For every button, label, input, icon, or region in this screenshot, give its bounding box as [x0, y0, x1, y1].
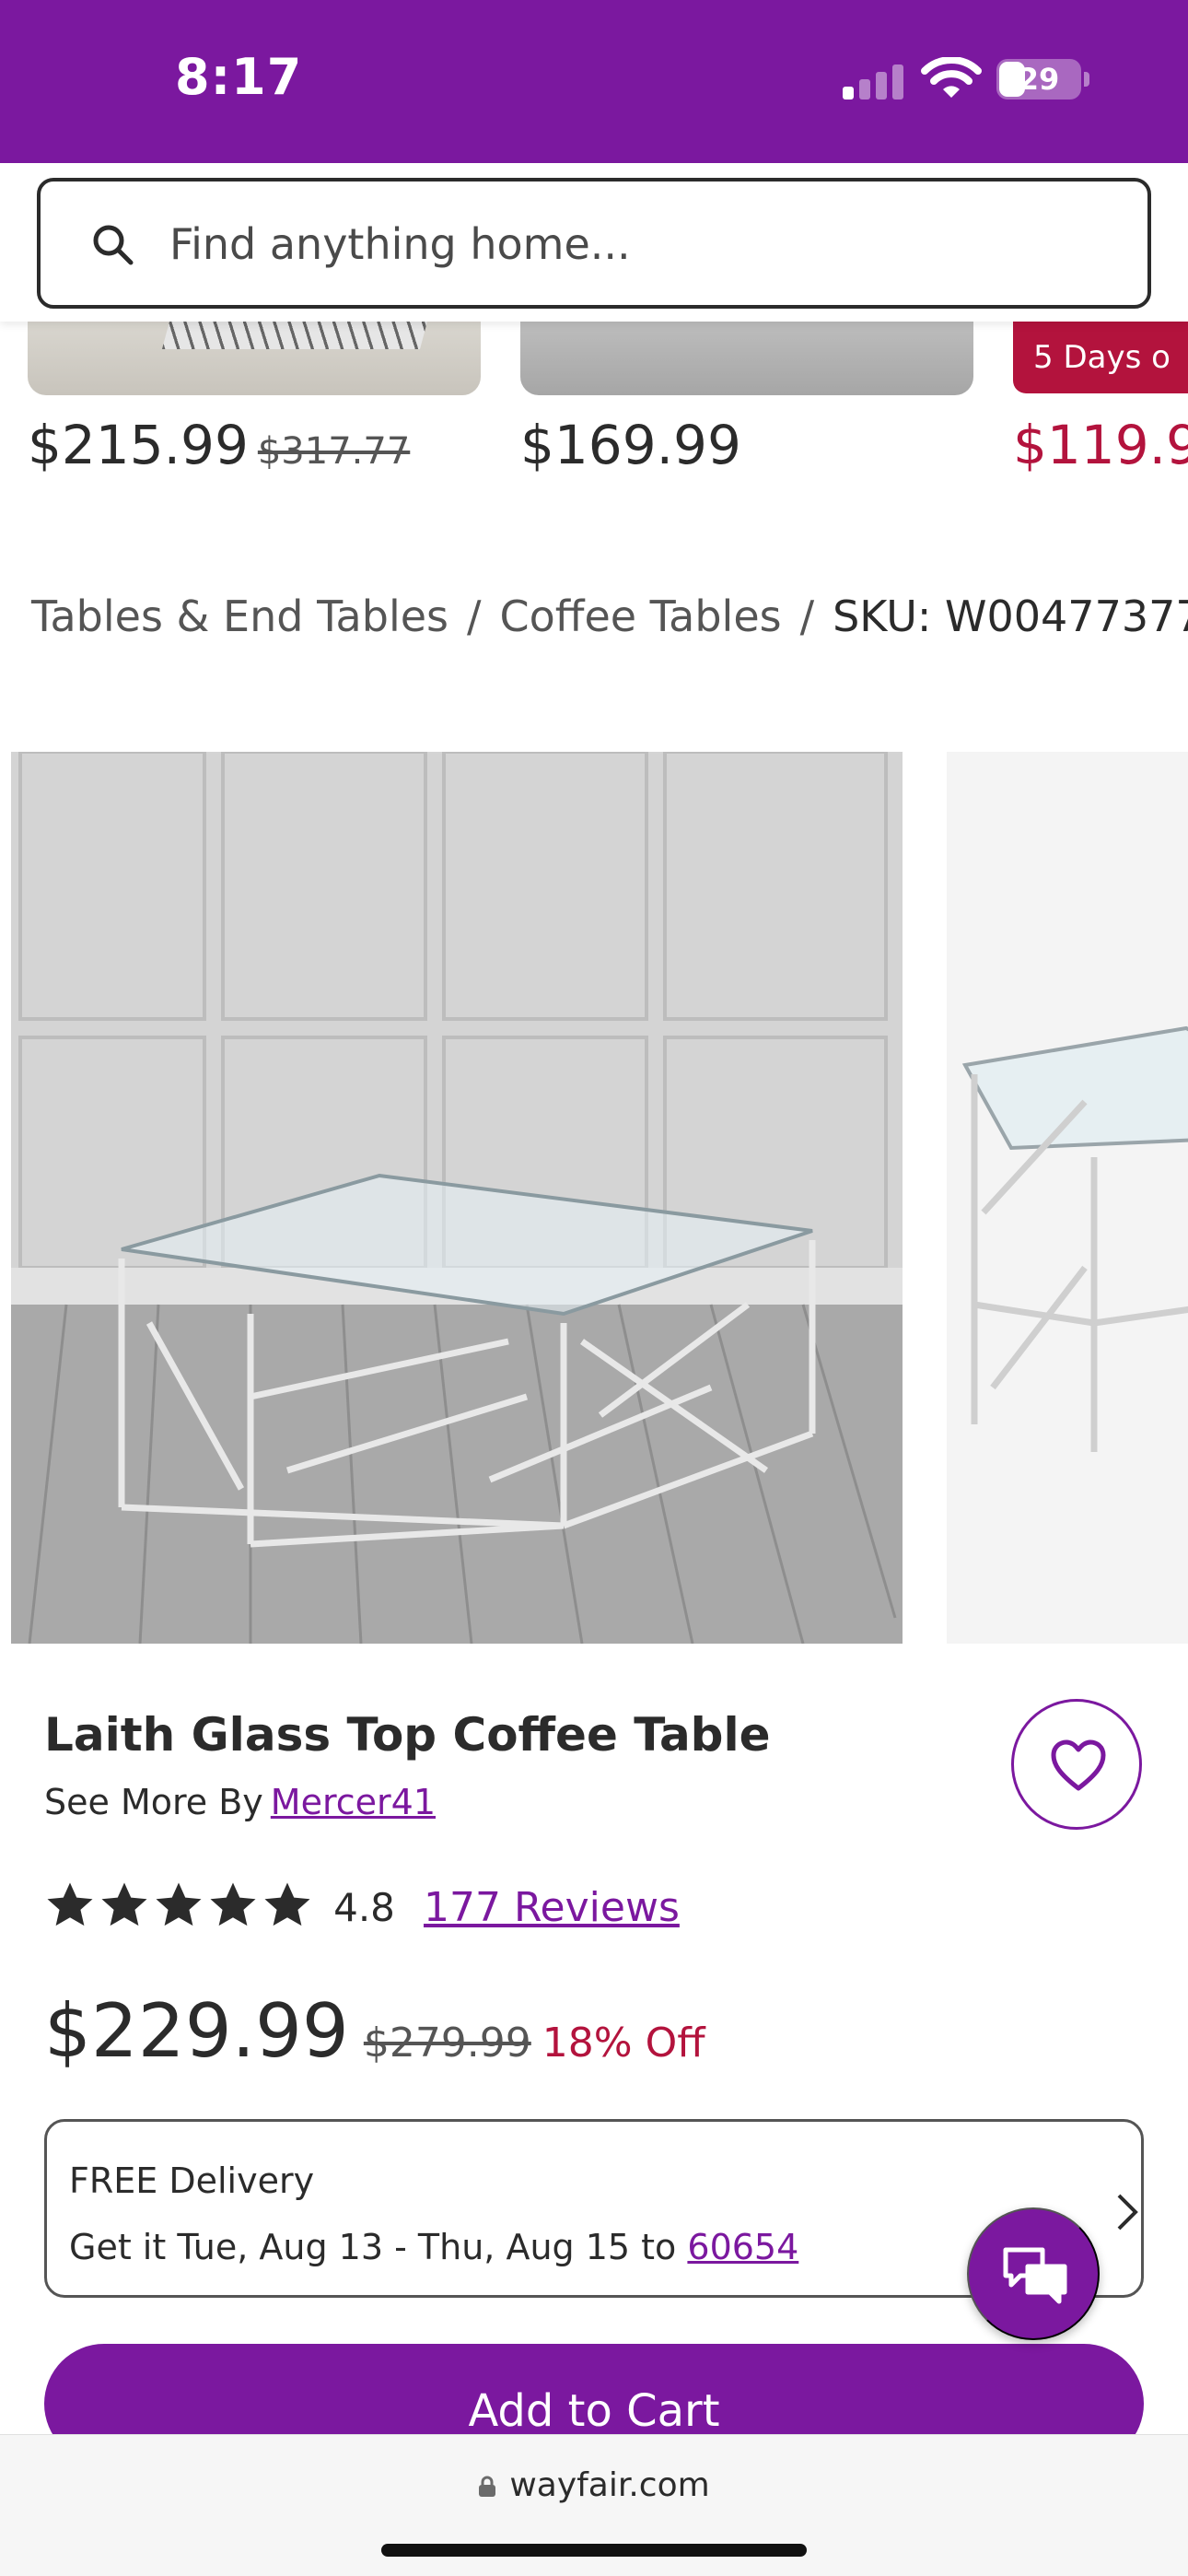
signal-icon: [843, 59, 907, 100]
star-icon: [47, 1882, 93, 1926]
delivery-estimate: Get it Tue, Aug 13 - Thu, Aug 15 to 6065…: [69, 2227, 798, 2267]
delivery-dates: Get it Tue, Aug 13 - Thu, Aug 15 to: [69, 2227, 677, 2267]
rating-value: 4.8: [333, 1884, 395, 1930]
brand-link[interactable]: Mercer41: [271, 1782, 436, 1822]
address-bar[interactable]: wayfair.com: [0, 2466, 1188, 2504]
chat-button[interactable]: [967, 2207, 1100, 2340]
breadcrumb-item-coffee-tables[interactable]: Coffee Tables: [500, 591, 782, 641]
product-title: Laith Glass Top Coffee Table: [44, 1708, 771, 1762]
search-header: [0, 163, 1188, 322]
breadcrumb-sku: SKU: W004773775: [833, 591, 1188, 641]
chevron-right-icon: [1117, 2194, 1138, 2231]
favorite-button[interactable]: [1011, 1699, 1142, 1830]
current-price: $229.99: [44, 1988, 349, 2074]
status-time: 8:17: [175, 48, 303, 106]
star-rating: [44, 1879, 316, 1935]
lock-icon: [478, 2468, 496, 2497]
home-indicator: [381, 2544, 807, 2557]
reviews-link[interactable]: 177 Reviews: [424, 1884, 680, 1931]
heart-icon: [1051, 1739, 1106, 1791]
related-product-old-price: $317.77: [257, 430, 411, 473]
product-image-next[interactable]: [947, 752, 1188, 1644]
related-product-price: $215.99 $317.77: [28, 414, 411, 476]
related-product-price: $119.9: [1013, 414, 1188, 476]
rating-row: 4.8 177 Reviews: [44, 1879, 680, 1940]
sale-badge: 5 Days o: [1013, 322, 1188, 393]
browser-bar: wayfair.com: [0, 2434, 1188, 2576]
star-icon: [156, 1882, 202, 1926]
url-text: wayfair.com: [509, 2466, 710, 2504]
product-image-gallery[interactable]: [0, 752, 1188, 1644]
star-icon: [264, 1882, 310, 1926]
delivery-title: FREE Delivery: [69, 2160, 315, 2201]
discount-badge: 18% Off: [542, 2020, 705, 2067]
price-row: $229.99 $279.99 18% Off: [44, 1988, 705, 2074]
star-icon: [101, 1882, 147, 1926]
search-bar[interactable]: [37, 178, 1151, 309]
original-price: $279.99: [363, 2020, 531, 2067]
related-product-image[interactable]: [28, 322, 481, 395]
product-image[interactable]: [11, 752, 903, 1644]
search-icon: [93, 225, 134, 265]
breadcrumb-separator: /: [799, 591, 815, 641]
related-products-carousel[interactable]: $215.99 $317.77 $169.99 5 Days o $119.9: [0, 322, 1188, 506]
battery-level: 29: [1018, 62, 1060, 97]
chat-icon: [1003, 2247, 1067, 2304]
star-icon: [210, 1882, 256, 1926]
see-more-label: See More By: [44, 1782, 263, 1822]
see-more-by: See More By Mercer41: [44, 1782, 436, 1822]
related-product-image[interactable]: [520, 322, 973, 395]
status-bar: 8:17 29: [0, 0, 1188, 163]
search-input[interactable]: [169, 209, 1090, 279]
breadcrumb-item-tables-end-tables[interactable]: Tables & End Tables: [31, 591, 448, 641]
wifi-icon: [921, 57, 982, 98]
battery-icon: 29: [996, 59, 1089, 100]
related-product-price: $169.99: [520, 414, 741, 476]
zip-code-link[interactable]: 60654: [687, 2227, 798, 2267]
breadcrumb: Tables & End Tables / Coffee Tables / SKU: W…: [31, 591, 1188, 641]
breadcrumb-separator: /: [467, 591, 482, 641]
